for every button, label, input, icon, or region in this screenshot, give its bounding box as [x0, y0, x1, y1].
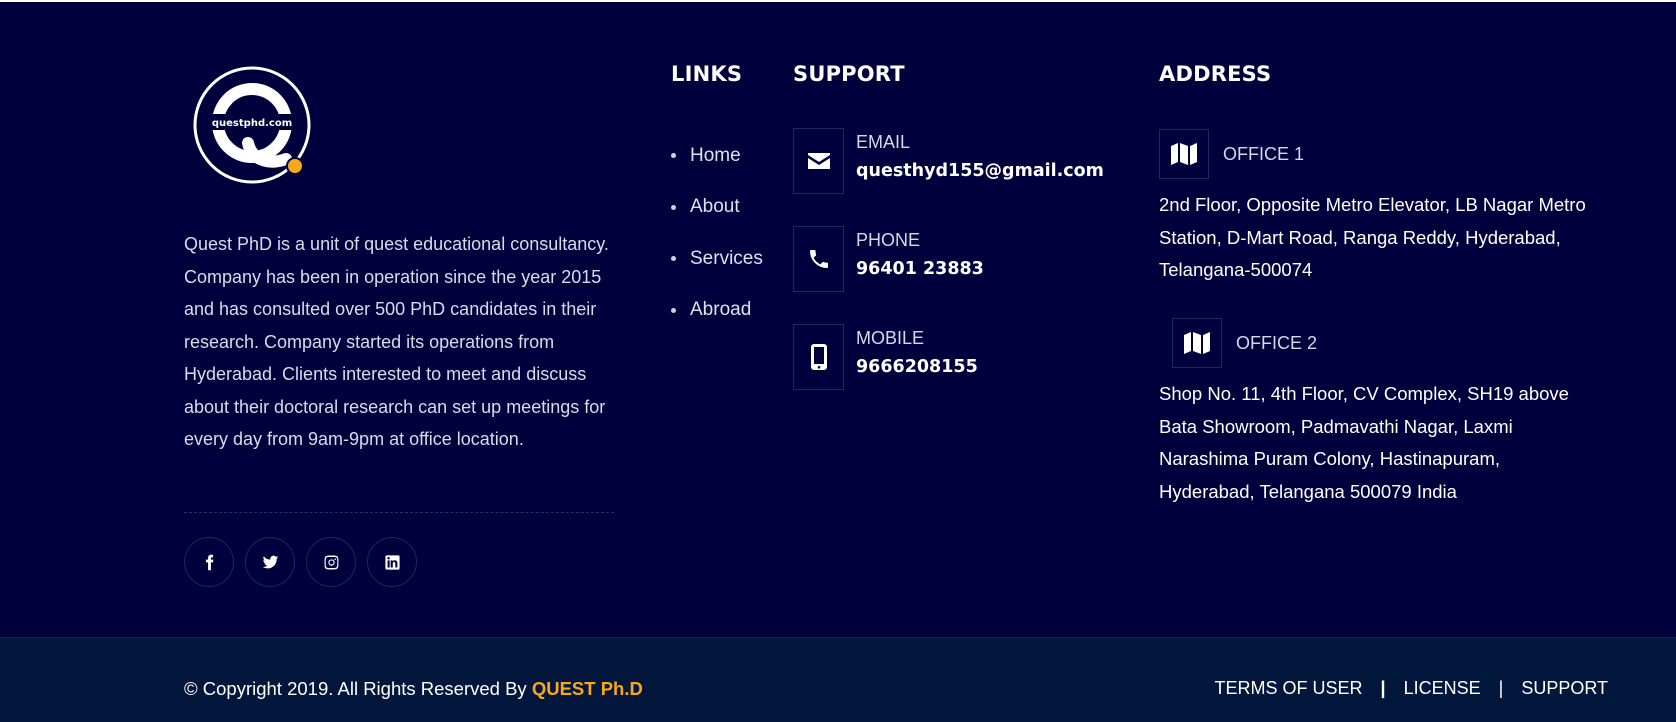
envelope-icon: [807, 153, 830, 169]
office-2-address: Shop No. 11, 4th Floor, CV Complex, SH19…: [1159, 383, 1569, 502]
map-icon: [1184, 332, 1210, 354]
instagram-icon: [324, 555, 338, 569]
instagram-button[interactable]: [306, 537, 356, 587]
support-link[interactable]: SUPPORT: [1521, 678, 1608, 699]
license-link[interactable]: LICENSE: [1404, 678, 1481, 699]
support-label: PHONE: [856, 230, 921, 250]
phone-icon: [809, 250, 828, 268]
office-2-header: OFFICE 2: [1172, 318, 1317, 368]
link-label[interactable]: Abroad: [690, 299, 751, 321]
bullet: [671, 153, 676, 159]
mobile-value[interactable]: 9666208155: [856, 357, 978, 377]
facebook-button[interactable]: [184, 537, 234, 587]
office-1-icon-box: [1159, 129, 1209, 179]
support-label: EMAIL: [856, 132, 911, 152]
map-icon: [1171, 143, 1197, 165]
link-label[interactable]: About: [690, 196, 740, 218]
twitter-button[interactable]: [245, 537, 295, 587]
phone-icon-box: [793, 226, 844, 292]
site-logo[interactable]: questphd.com: [190, 65, 320, 190]
office-title: OFFICE 1: [1223, 143, 1305, 164]
link-services[interactable]: Services: [671, 233, 763, 285]
link-about[interactable]: About: [671, 182, 763, 234]
support-phone: PHONE 96401 23883: [793, 226, 984, 292]
bullet: [671, 204, 676, 210]
bullet: [671, 307, 676, 313]
support-email: EMAIL questhyd155@gmail.com: [793, 128, 1104, 194]
link-label[interactable]: Home: [690, 145, 741, 167]
bullet: [671, 256, 676, 262]
copyright-text: © Copyright 2019. All Rights Reserved By: [184, 678, 527, 699]
support-mobile: MOBILE 9666208155: [793, 324, 978, 390]
facebook-icon: [205, 554, 213, 570]
logo-text: questphd.com: [212, 118, 292, 129]
divider: [184, 512, 614, 513]
email-icon-box: [793, 128, 844, 194]
office-1-address: 2nd Floor, Opposite Metro Elevator, LB N…: [1159, 194, 1586, 280]
email-value[interactable]: questhyd155@gmail.com: [856, 161, 1104, 181]
mobile-icon: [810, 344, 827, 370]
separator: |: [1380, 678, 1386, 698]
links-title: LINKS: [671, 62, 743, 86]
terms-link[interactable]: TERMS OF USER: [1215, 678, 1363, 699]
bottom-links: TERMS OF USER | LICENSE | SUPPORT: [1215, 678, 1608, 699]
link-abroad[interactable]: Abroad: [671, 285, 763, 337]
office-1-header: OFFICE 1: [1159, 129, 1304, 179]
links-list: Home About Services Abroad: [671, 130, 763, 336]
social-links: [184, 537, 417, 587]
link-label[interactable]: Services: [690, 248, 763, 270]
about-text: Quest PhD is a unit of quest educational…: [184, 234, 609, 449]
copyright: © Copyright 2019. All Rights Reserved By…: [184, 678, 643, 700]
office-title: OFFICE 2: [1236, 332, 1318, 353]
linkedin-icon: [384, 554, 400, 570]
brand-link[interactable]: QUEST Ph.D: [532, 678, 643, 699]
link-home[interactable]: Home: [671, 130, 763, 182]
support-label: MOBILE: [856, 328, 925, 348]
mobile-icon-box: [793, 324, 844, 390]
twitter-icon: [262, 555, 278, 568]
linkedin-button[interactable]: [367, 537, 417, 587]
support-title: SUPPORT: [793, 62, 905, 86]
phone-value[interactable]: 96401 23883: [856, 259, 984, 279]
separator: |: [1498, 678, 1504, 698]
office-2-icon-box: [1172, 318, 1222, 368]
address-title: ADDRESS: [1159, 62, 1272, 86]
